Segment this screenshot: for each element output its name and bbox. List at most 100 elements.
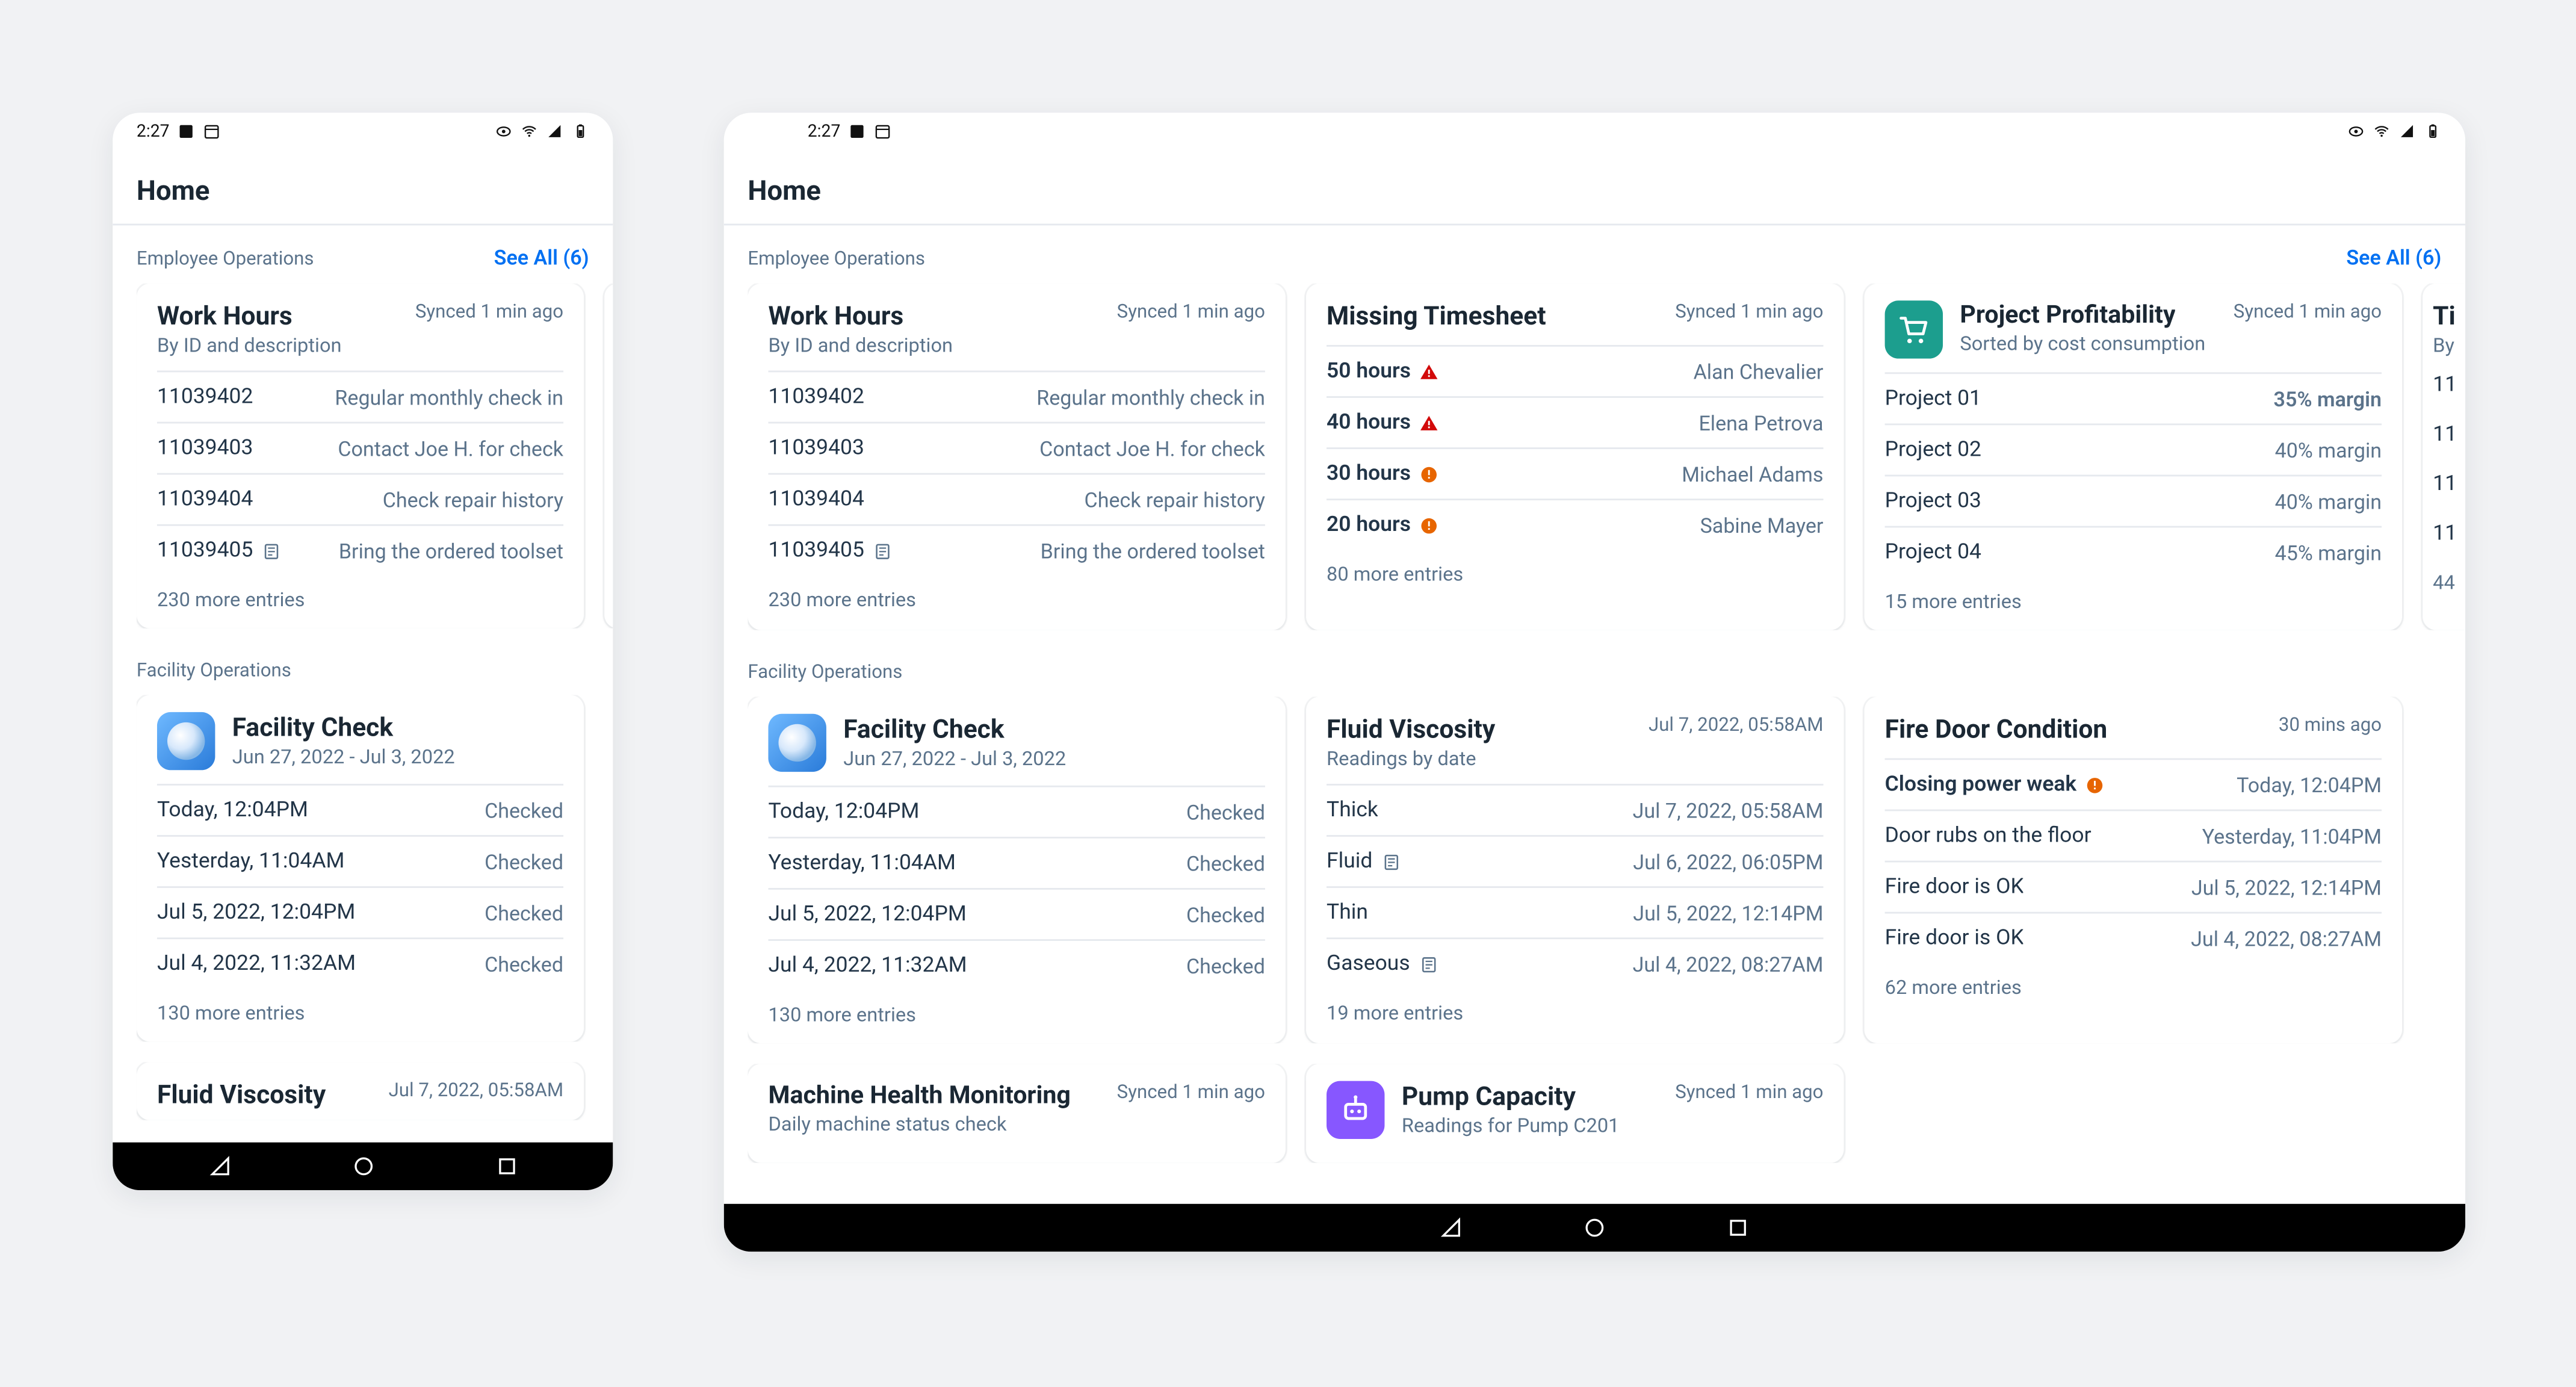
card-meta: Synced 1 min ago [1675,300,1823,323]
table-row[interactable]: Jul 5, 2022, 12:04PMChecked [157,888,563,939]
table-row[interactable]: Yesterday, 11:04AMChecked [768,839,1265,890]
tablet-content: Employee Operations See All (6) Work Hou… [724,225,2465,1203]
table-row[interactable]: Project 0240% margin [1885,425,2382,476]
employee-scroller[interactable]: Work Hours Synced 1 min ago By ID and de… [748,284,2465,630]
card-title: Ti [2433,300,2465,331]
card-meta: Synced 1 min ago [2234,300,2382,323]
card-machine-health[interactable]: Machine Health Monitoring Synced 1 min a… [748,1064,1286,1163]
card-title: Machine Health Monitoring [768,1081,1070,1111]
home-icon[interactable] [351,1155,375,1179]
table-row[interactable]: Project 0340% margin [1885,476,2382,527]
status-time: 2:27 [808,122,841,141]
table-row[interactable]: FluidJul 6, 2022, 06:05PM [1327,837,1823,888]
table-row[interactable]: 11039403Contact Joe H. for check [157,423,563,474]
android-navbar [113,1143,613,1190]
more-entries[interactable]: 19 more entries [1327,988,1823,1028]
more-entries[interactable]: 15 more entries [1885,577,2382,616]
card-subtitle: Jun 27, 2022 - Jul 3, 2022 [843,746,1265,771]
table-row[interactable]: 50 hoursAlan Chevalier [1327,347,1823,398]
table-row[interactable]: Closing power weakToday, 12:04PM [1885,760,2382,811]
table-row[interactable]: 11039404Check repair history [768,475,1265,526]
cart-icon [1885,300,1943,358]
alert-triangle-icon [1419,361,1440,382]
table-row[interactable]: 11039402Regular monthly check in [157,372,563,423]
table-row[interactable]: 20 hoursSabine Mayer [1327,500,1823,550]
section-title: Employee Operations [137,247,314,269]
phone-frame: 2:27 Home Employee Operations See All (6… [113,113,613,1190]
card-work-hours[interactable]: Work Hours Synced 1 min ago By ID and de… [748,284,1286,630]
table-row[interactable]: Today, 12:04PMChecked [768,787,1265,839]
table-row[interactable]: 11039404Check repair history [157,475,563,526]
battery-icon [2424,123,2441,140]
tablet-frame: 2:27 Home Employee Operations See All (6… [724,113,2465,1252]
card-missing-timesheet-partial[interactable]: M 50 40 30 20 80 [604,284,613,628]
card-fluid-viscosity-partial[interactable]: Fluid Viscosity Jul 7, 2022, 05:58AM [137,1062,584,1120]
card-title: Project Profitability [1960,300,2175,330]
back-icon[interactable] [208,1155,232,1179]
home-icon[interactable] [1583,1216,1607,1240]
card-title: Work Hours [157,300,293,331]
card-facility-check[interactable]: Facility Check Jun 27, 2022 - Jul 3, 202… [137,695,584,1041]
card-timesheet-partial[interactable]: Ti By 11 11 11 11 44 [2423,284,2465,630]
table-row[interactable]: Fire door is OKJul 4, 2022, 08:27AM [1885,914,2382,963]
card-title: Fluid Viscosity [1327,714,1495,745]
table-row[interactable]: Today, 12:04PMChecked [157,786,563,837]
card-title: Facility Check [843,714,1265,745]
more-entries[interactable]: 230 more entries [768,576,1265,615]
more-entries[interactable]: 230 more entries [157,576,563,615]
table-row[interactable]: Project 0135% margin [1885,374,2382,425]
card-fluid-viscosity[interactable]: Fluid Viscosity Jul 7, 2022, 05:58AM Rea… [1306,697,1844,1043]
section-title: Facility Operations [137,659,291,681]
table-row[interactable]: 11039403Contact Joe H. for check [768,423,1265,474]
facility-scroller[interactable]: Facility Check Jun 27, 2022 - Jul 3, 202… [137,695,613,1041]
card-title: Pump Capacity [1402,1081,1576,1112]
table-row[interactable]: Jul 5, 2022, 12:04PMChecked [768,890,1265,941]
table-row[interactable]: 11039405Bring the ordered toolset [768,526,1265,576]
eye-icon [495,123,512,140]
see-all-link[interactable]: See All (6) [494,246,589,270]
table-row[interactable]: Jul 4, 2022, 11:32AMChecked [768,941,1265,990]
table-row[interactable]: Project 0445% margin [1885,528,2382,577]
more-entries[interactable]: 130 more entries [157,988,563,1028]
back-icon[interactable] [1439,1216,1463,1240]
table-row[interactable]: Fire door is OKJul 5, 2022, 12:14PM [1885,862,2382,913]
section-title: Facility Operations [748,661,902,683]
card-missing-timesheet[interactable]: Missing Timesheet Synced 1 min ago 50 ho… [1306,284,1844,630]
table-row[interactable]: ThickJul 7, 2022, 05:58AM [1327,786,1823,837]
alert-circle-icon [2085,774,2105,795]
card-subtitle: Daily machine status check [768,1112,1265,1137]
card-facility-check[interactable]: Facility Check Jun 27, 2022 - Jul 3, 202… [748,697,1286,1043]
phone-content: Employee Operations See All (6) Work Hou… [113,225,613,1142]
card-project-profitability[interactable]: Project Profitability Synced 1 min ago S… [1865,284,2403,630]
table-row[interactable]: GaseousJul 4, 2022, 08:27AM [1327,939,1823,988]
more-entries[interactable]: 80 more entries [1327,550,1823,589]
table-row[interactable]: 30 hoursMichael Adams [1327,449,1823,500]
more-entries[interactable]: 62 more entries [1885,963,2382,1002]
card-title: Fluid Viscosity [157,1079,326,1110]
see-all-link[interactable]: See All (6) [2346,246,2441,270]
card-pump-capacity[interactable]: Pump Capacity Synced 1 min ago Readings … [1306,1064,1844,1163]
more-entries[interactable]: 130 more entries [768,990,1265,1029]
table-row[interactable]: 40 hoursElena Petrova [1327,398,1823,449]
table-row[interactable]: Door rubs on the floorYesterday, 11:04PM [1885,811,2382,862]
table-row[interactable]: 11039405Bring the ordered toolset [157,526,563,576]
facility-scroller-row2[interactable]: Machine Health Monitoring Synced 1 min a… [748,1064,2465,1163]
recent-icon[interactable] [494,1155,518,1179]
facility-scroller[interactable]: Facility Check Jun 27, 2022 - Jul 3, 202… [748,697,2465,1043]
facility-image-icon [157,712,215,770]
table-row[interactable]: Jul 4, 2022, 11:32AMChecked [157,939,563,988]
status-bar: 2:27 [724,113,2465,150]
card-fire-door[interactable]: Fire Door Condition 30 mins ago Closing … [1865,697,2403,1043]
table-row[interactable]: 11039402Regular monthly check in [768,372,1265,423]
table-row[interactable]: ThinJul 5, 2022, 12:14PM [1327,888,1823,939]
employee-scroller[interactable]: Work Hours Synced 1 min ago By ID and de… [137,284,613,628]
section-facility: Facility Operations Facility Check Jun 2… [137,659,613,1120]
image-icon [849,123,866,140]
recent-icon[interactable] [1726,1216,1750,1240]
card-subtitle: By [2433,333,2465,357]
table-row[interactable]: Yesterday, 11:04AMChecked [157,837,563,888]
card-meta: Synced 1 min ago [1675,1081,1823,1103]
section-title: Employee Operations [748,247,925,269]
wifi-icon [2373,123,2390,140]
card-work-hours[interactable]: Work Hours Synced 1 min ago By ID and de… [137,284,584,628]
